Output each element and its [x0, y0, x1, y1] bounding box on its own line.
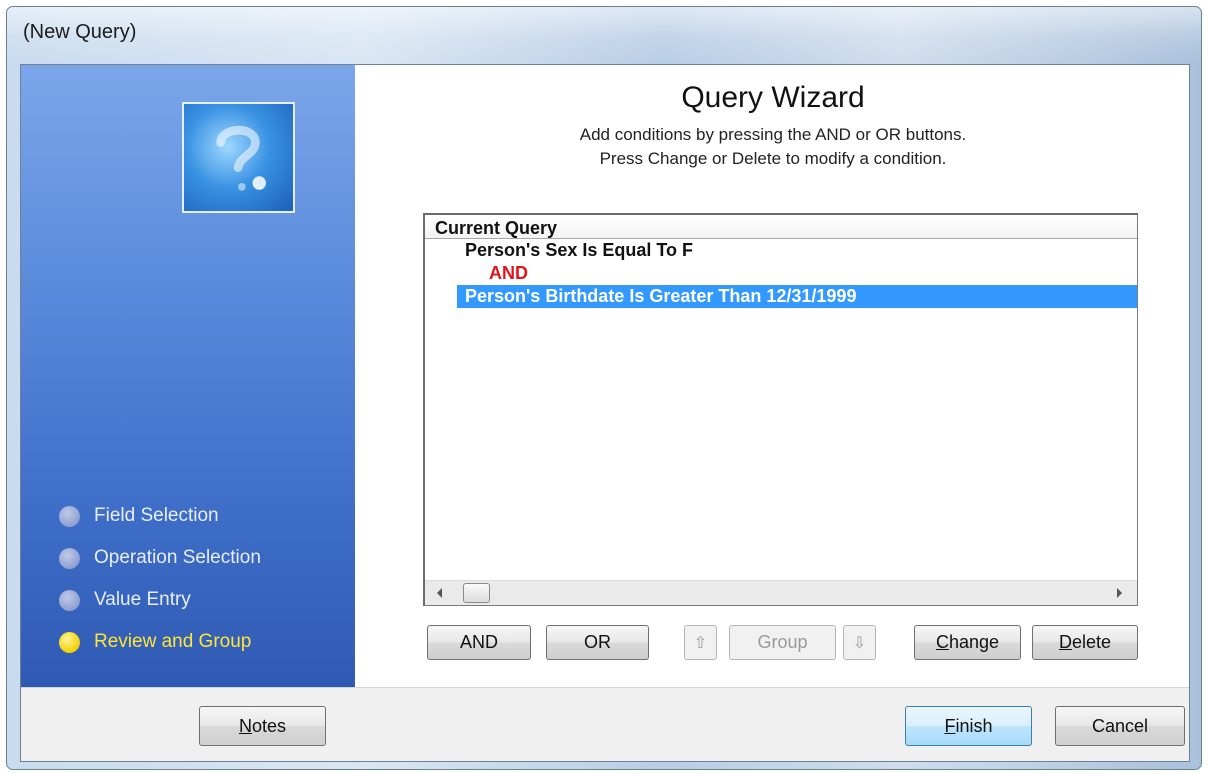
- step-value-entry: Value Entry: [59, 579, 261, 621]
- scroll-thumb[interactable]: [463, 583, 490, 603]
- and-button[interactable]: AND: [427, 625, 531, 660]
- step-review-and-group: Review and Group: [59, 621, 261, 663]
- horizontal-scrollbar[interactable]: [425, 580, 1137, 605]
- delete-button[interactable]: Delete: [1032, 625, 1138, 660]
- query-condition-row[interactable]: Person's Sex Is Equal To F: [425, 239, 1137, 262]
- wizard-content: Query Wizard Add conditions by pressing …: [355, 65, 1189, 687]
- step-field-selection: Field Selection: [59, 495, 261, 537]
- delete-button-label: Delete: [1058, 632, 1112, 652]
- wizard-description: Add conditions by pressing the AND or OR…: [355, 123, 1189, 171]
- window-title: (New Query): [23, 21, 137, 43]
- move-down-button[interactable]: ⇩: [843, 625, 876, 660]
- wizard-description-line: Press Change or Delete to modify a condi…: [599, 149, 947, 168]
- query-operator-row[interactable]: AND: [425, 262, 1137, 285]
- step-label: Review and Group: [94, 631, 252, 652]
- question-mark-icon: [182, 102, 295, 213]
- current-query-list[interactable]: Current Query Person's Sex Is Equal To F…: [423, 213, 1138, 606]
- wizard-steps: Field Selection Operation Selection Valu…: [59, 495, 261, 663]
- change-button[interactable]: Change: [914, 625, 1021, 660]
- step-bullet-icon: [59, 589, 80, 611]
- step-label: Field Selection: [94, 505, 219, 526]
- cancel-button-label: Cancel: [1091, 716, 1149, 736]
- move-up-button[interactable]: ⇧: [684, 625, 717, 660]
- cancel-button[interactable]: Cancel: [1055, 706, 1185, 746]
- query-wizard-window: (New Query) Field Selection Operation Se…: [6, 6, 1202, 770]
- dialog-footer: Notes Finish Cancel: [21, 687, 1189, 761]
- query-condition-row-selected[interactable]: Person's Birthdate Is Greater Than 12/31…: [457, 285, 1137, 308]
- notes-button[interactable]: Notes: [199, 706, 326, 746]
- step-label: Value Entry: [94, 589, 191, 610]
- step-operation-selection: Operation Selection: [59, 537, 261, 579]
- title-bar[interactable]: (New Query): [7, 7, 1201, 63]
- group-button[interactable]: Group: [729, 625, 836, 660]
- step-label: Operation Selection: [94, 547, 261, 568]
- step-bullet-icon: [59, 547, 80, 569]
- wizard-description-line: Add conditions by pressing the AND or OR…: [579, 125, 967, 144]
- change-button-label: Change: [935, 632, 1000, 652]
- or-button[interactable]: OR: [546, 625, 649, 660]
- wizard-side-panel: Field Selection Operation Selection Valu…: [21, 65, 355, 687]
- dialog-client-area: Field Selection Operation Selection Valu…: [20, 64, 1190, 762]
- finish-button[interactable]: Finish: [905, 706, 1032, 746]
- step-bullet-icon: [59, 505, 80, 527]
- wizard-title: Query Wizard: [681, 81, 865, 114]
- notes-button-label: Notes: [238, 716, 287, 736]
- arrow-up-icon: ⇧: [693, 635, 708, 652]
- arrow-down-icon: ⇩: [852, 635, 867, 652]
- active-step-bullet-icon: [59, 631, 80, 653]
- finish-button-label: Finish: [944, 716, 993, 736]
- scroll-right-icon[interactable]: [1117, 588, 1122, 598]
- current-query-header: Current Query: [425, 215, 1137, 239]
- scroll-left-icon[interactable]: [437, 588, 442, 598]
